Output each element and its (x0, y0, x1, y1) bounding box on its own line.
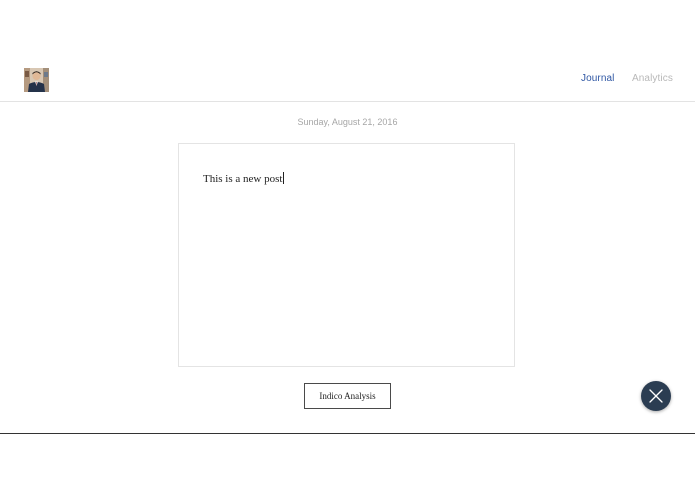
journal-page: Journal Analytics Sunday, August 21, 201… (0, 0, 695, 494)
user-avatar-icon (24, 68, 49, 92)
close-button[interactable] (641, 381, 671, 411)
top-header: Journal Analytics (0, 58, 695, 102)
bottom-divider (0, 433, 695, 434)
text-caret (283, 172, 285, 184)
editor-content: This is a new post (203, 173, 283, 185)
post-editor[interactable]: This is a new post (178, 143, 515, 367)
avatar[interactable] (24, 68, 49, 92)
close-icon (649, 389, 663, 403)
nav-journal[interactable]: Journal (581, 73, 615, 84)
entry-date: Sunday, August 21, 2016 (297, 117, 398, 127)
indico-analysis-button[interactable]: Indico Analysis (304, 383, 391, 409)
nav-analytics[interactable]: Analytics (632, 73, 673, 84)
editor-content-line[interactable]: This is a new post (203, 172, 285, 185)
